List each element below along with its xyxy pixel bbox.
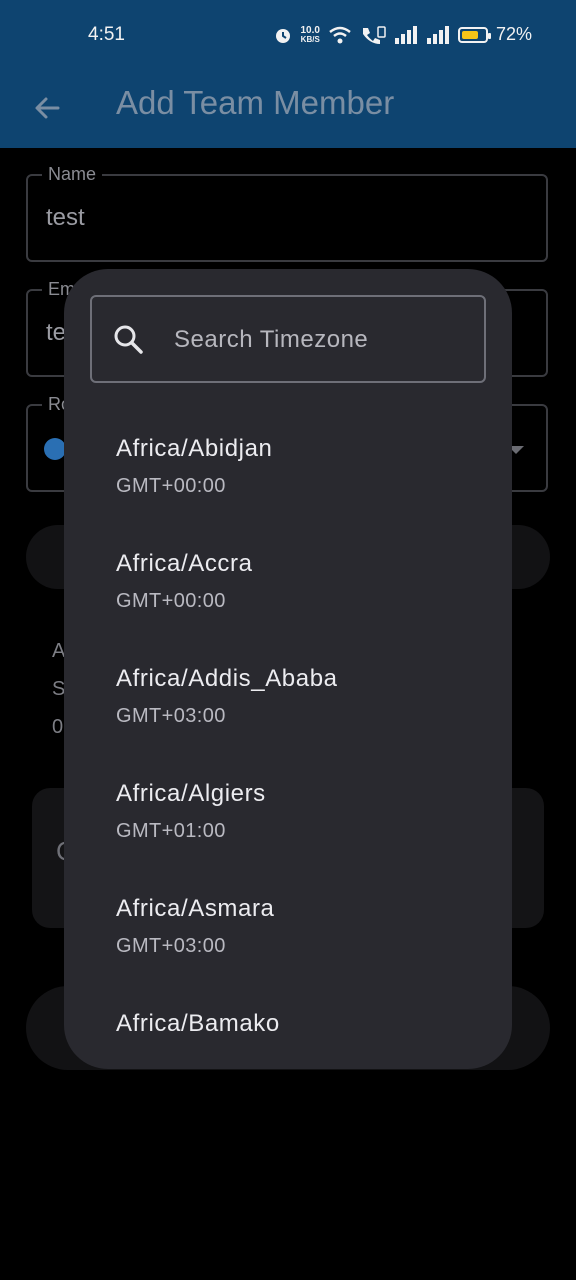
battery-fill [461,30,478,39]
net-speed-value: 10.0 [300,24,320,36]
timezone-offset: GMT+00:00 [116,590,226,612]
timezone-offset: GMT+01:00 [116,820,226,842]
search-box[interactable] [90,295,486,383]
timezone-name: Africa/Asmara [116,895,275,922]
role-color-dot [44,438,66,460]
status-icons: 10.0 KB/S 72% [273,24,532,45]
alarm-icon [275,28,290,43]
status-bar: 4:51 10.0 KB/S 72% [0,0,576,72]
app-bar: Add Team Member [0,72,576,148]
call-icon [362,25,386,44]
wifi-icon [329,26,351,43]
list-item[interactable]: Africa/Bamako [64,984,512,1069]
timezone-name: Africa/Accra [116,550,253,577]
net-speed-unit: KB/S [300,34,320,44]
battery-icon [457,26,491,43]
signal-icon-1 [394,25,417,44]
timezone-list: Africa/Abidjan GMT+00:00 Africa/Accra GM… [64,409,512,1069]
timezone-dialog: Africa/Abidjan GMT+00:00 Africa/Accra GM… [64,269,512,1069]
list-item[interactable]: Africa/Abidjan GMT+00:00 [64,409,512,524]
list-item[interactable]: Africa/Asmara GMT+03:00 [64,869,512,984]
email-field-value: te [46,319,67,346]
timezone-name: Africa/Addis_Ababa [116,665,338,692]
timezone-name: Africa/Abidjan [116,435,273,462]
timezone-offset: GMT+03:00 [116,935,226,957]
timezone-offset: GMT+03:00 [116,705,226,727]
search-input[interactable] [172,317,476,363]
list-item[interactable]: Africa/Addis_Ababa GMT+03:00 [64,639,512,754]
status-time: 4:51 [88,24,125,45]
name-field-value: test [46,204,85,231]
signal-icon-2 [426,25,449,44]
net-speed: 10.0 KB/S [300,24,320,44]
battery-percent: 72% [495,24,532,44]
search-icon [114,325,143,354]
timezone-offset: GMT+00:00 [116,475,226,497]
timezone-name: Africa/Bamako [116,1010,280,1037]
page-title: Add Team Member [116,84,395,121]
back-arrow-icon[interactable] [28,88,68,128]
timezone-name: Africa/Algiers [116,780,266,807]
name-field-label: Name [42,164,103,185]
stub-text-3: 0 [52,716,64,738]
name-field[interactable]: Name test [26,164,548,262]
list-item[interactable]: Africa/Accra GMT+00:00 [64,524,512,639]
list-item[interactable]: Africa/Algiers GMT+01:00 [64,754,512,869]
